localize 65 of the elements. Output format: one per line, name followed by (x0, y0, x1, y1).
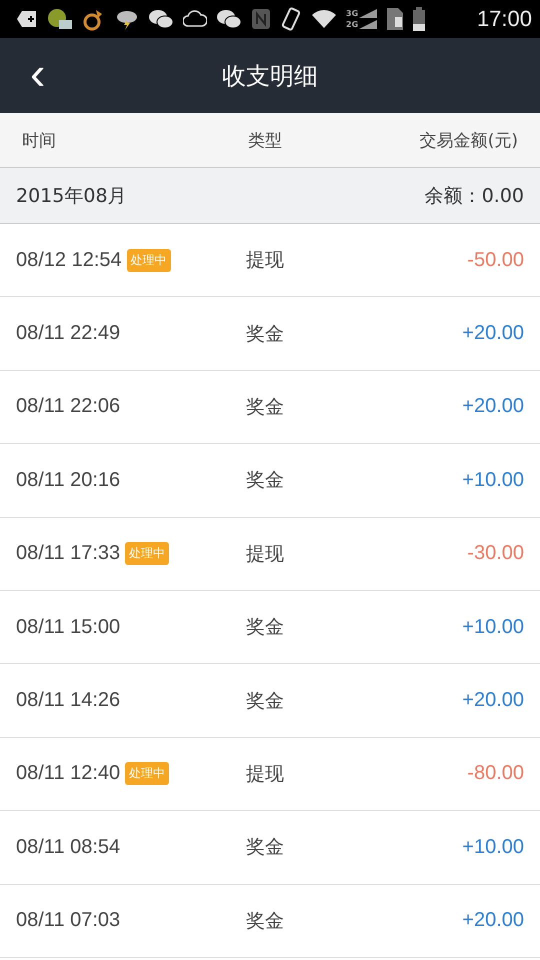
transaction-amount: -50.00 (467, 248, 524, 272)
transaction-type: 奖金 (246, 615, 285, 640)
status-badge: 处理中 (125, 762, 170, 786)
back-button[interactable]: ‹ (22, 48, 54, 98)
column-header: 类型 (248, 130, 283, 152)
signal-icon (359, 20, 378, 29)
wifi-icon (311, 9, 337, 29)
status-badge: 处理中 (125, 542, 170, 566)
balance-label: 余额：0.00 (424, 184, 524, 208)
transaction-amount: +20.00 (462, 909, 524, 932)
transaction-type: 奖金 (246, 322, 285, 347)
transaction-type: 奖金 (246, 835, 285, 860)
transaction-amount: +10.00 (462, 468, 524, 492)
transaction-time: 08/12 12:54 (16, 248, 122, 272)
transaction-amount: +10.00 (462, 836, 524, 859)
transaction-type: 奖金 (246, 394, 285, 420)
nfc-icon (251, 8, 271, 30)
transaction-time: 08/11 15:00 (16, 616, 120, 639)
clock: 17:00 (476, 6, 532, 32)
transaction-time: 08/11 14:26 (16, 689, 120, 712)
network-type-label: 3G (346, 9, 358, 18)
page-title: 收支明细 (222, 60, 318, 92)
transaction-row[interactable]: 08/11 22:49 奖金 +20.00 (0, 297, 540, 371)
transaction-row[interactable]: 08/11 15:00 奖金 +10.00 (0, 590, 540, 664)
transaction-row[interactable]: 08/11 20:16 奖金 +10.00 (0, 444, 540, 518)
transaction-time: 08/11 22:49 (16, 322, 120, 346)
transaction-amount: +20.00 (462, 395, 524, 418)
transaction-type: 奖金 (246, 468, 285, 494)
network-type-label: 2G (346, 20, 358, 29)
column-header: 交易金额(元) (420, 130, 518, 152)
battery-icon (413, 7, 426, 31)
transaction-row[interactable]: 08/11 17:33 处理中 提现 -30.00 (0, 518, 540, 591)
transaction-type: 提现 (246, 542, 285, 567)
column-header: 时间 (22, 130, 57, 152)
transaction-row[interactable]: 08/11 22:06 奖金 +20.00 (0, 370, 540, 444)
cloud-icon (183, 9, 207, 29)
transaction-row[interactable]: 08/11 08:54 奖金 +10.00 (0, 811, 540, 885)
transaction-amount: +20.00 (462, 689, 524, 712)
phone-rotate-icon (280, 7, 302, 31)
transaction-time: 08/11 08:54 (16, 836, 120, 859)
chat-bubbles-icon (148, 8, 174, 30)
month-label: 2015年08月 (16, 184, 127, 208)
transaction-type: 奖金 (246, 688, 285, 714)
transaction-time: 08/11 22:06 (16, 395, 120, 418)
status-badge: 处理中 (126, 248, 171, 272)
transaction-type: 提现 (246, 248, 285, 274)
transaction-amount: +20.00 (462, 322, 524, 346)
transaction-type: 奖金 (246, 908, 285, 934)
chat-bubbles-icon (216, 8, 242, 30)
signal-icon (359, 9, 378, 18)
transaction-amount: -80.00 (467, 762, 524, 786)
transaction-time: 08/11 12:40 (16, 762, 120, 786)
transaction-amount: -30.00 (467, 542, 524, 566)
storm-cloud-icon (115, 8, 139, 30)
transaction-amount: +10.00 (462, 616, 524, 639)
sim-card-icon (386, 7, 404, 31)
add-notification-icon (16, 10, 38, 28)
transaction-row[interactable]: 08/11 07:03 奖金 +20.00 (0, 884, 540, 958)
transaction-row[interactable]: 08/12 12:54 处理中 提现 -50.00 (0, 224, 540, 298)
transaction-time: 08/11 07:03 (16, 909, 120, 932)
transaction-time: 08/11 20:16 (16, 468, 120, 492)
transaction-row[interactable]: 08/11 12:40 处理中 提现 -80.00 (0, 738, 540, 812)
transaction-row[interactable]: 08/11 14:26 奖金 +20.00 (0, 664, 540, 738)
transaction-type: 提现 (246, 762, 285, 787)
transaction-time: 08/11 17:33 (16, 542, 120, 566)
